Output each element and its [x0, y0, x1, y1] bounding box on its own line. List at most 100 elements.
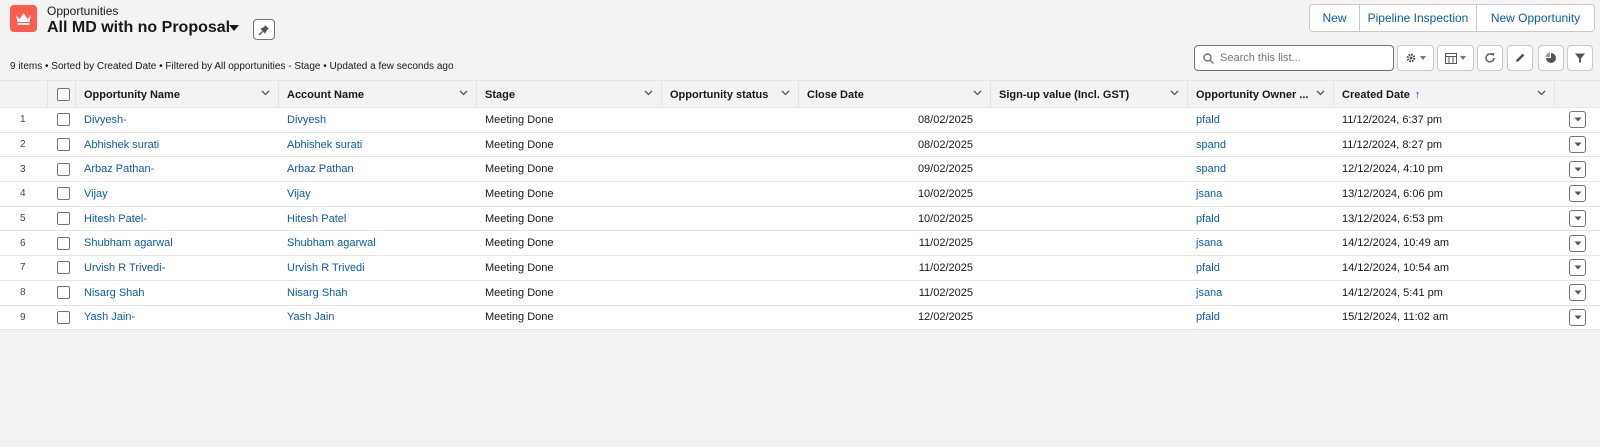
opportunity-name-link[interactable]: Arbaz Pathan-: [76, 157, 279, 181]
table-header: Opportunity Name Account Name Stage Oppo…: [0, 81, 1600, 108]
row-action-button[interactable]: [1569, 185, 1586, 203]
opportunity-name-link[interactable]: Divyesh-: [76, 108, 279, 132]
account-name-link[interactable]: Divyesh: [279, 108, 477, 132]
owner-link[interactable]: jsana: [1188, 281, 1334, 305]
list-settings-button[interactable]: [1397, 45, 1434, 71]
row-checkbox[interactable]: [57, 187, 70, 201]
edit-list-button[interactable]: [1507, 45, 1533, 71]
owner-link[interactable]: pfald: [1188, 108, 1334, 132]
created-date-cell: 12/12/2024, 4:10 pm: [1342, 163, 1443, 176]
opportunity-name-link[interactable]: Nisarg Shah: [76, 281, 279, 305]
column-header-account-name[interactable]: Account Name: [279, 81, 477, 108]
row-checkbox[interactable]: [57, 138, 70, 152]
chevron-down-icon: [1574, 290, 1581, 295]
charts-button[interactable]: [1538, 45, 1564, 71]
column-header-opportunity-name[interactable]: Opportunity Name: [76, 81, 279, 108]
chevron-down-icon[interactable]: [261, 90, 270, 96]
signup-value-cell: [991, 157, 1188, 181]
chevron-down-icon[interactable]: [1170, 90, 1179, 96]
chevron-down-icon[interactable]: [1316, 90, 1325, 96]
row-checkbox[interactable]: [57, 310, 70, 324]
owner-link[interactable]: jsana: [1188, 231, 1334, 255]
list-view-switcher-icon[interactable]: [229, 25, 239, 31]
created-date-cell: 11/12/2024, 6:37 pm: [1342, 113, 1443, 126]
row-checkbox[interactable]: [57, 113, 70, 127]
chevron-down-icon: [1574, 142, 1581, 147]
new-button[interactable]: New: [1310, 5, 1360, 31]
opportunity-name-link[interactable]: Shubham agarwal: [76, 231, 279, 255]
row-action-button[interactable]: [1569, 160, 1586, 178]
chevron-down-icon: [1460, 56, 1466, 60]
display-as-button[interactable]: [1437, 45, 1474, 71]
chevron-down-icon[interactable]: [1537, 90, 1546, 96]
chevron-down-icon[interactable]: [459, 90, 468, 96]
owner-link[interactable]: pfald: [1188, 256, 1334, 280]
account-name-link[interactable]: Yash Jain: [279, 306, 477, 330]
account-name-link[interactable]: Hitesh Patel: [279, 207, 477, 231]
row-action-button[interactable]: [1569, 111, 1586, 129]
owner-link[interactable]: spand: [1188, 157, 1334, 181]
row-action-button[interactable]: [1569, 210, 1586, 228]
select-all-header: [48, 81, 76, 108]
account-name-link[interactable]: Abhishek surati: [279, 133, 477, 157]
chart-icon: [1545, 52, 1556, 63]
row-action-button[interactable]: [1569, 284, 1586, 302]
owner-link[interactable]: pfald: [1188, 306, 1334, 330]
column-header-opportunity-status[interactable]: Opportunity status: [662, 81, 799, 108]
chevron-down-icon[interactable]: [644, 90, 653, 96]
table-row: 8 Nisarg Shah Nisarg Shah Meeting Done 1…: [0, 280, 1600, 306]
chevron-down-icon[interactable]: [781, 90, 790, 96]
owner-link[interactable]: pfald: [1188, 207, 1334, 231]
opportunity-status-cell: [662, 207, 799, 231]
select-all-checkbox[interactable]: [57, 88, 70, 101]
column-header-opportunity-owner[interactable]: Opportunity Owner ...: [1188, 81, 1334, 108]
column-header-stage[interactable]: Stage: [477, 81, 662, 108]
row-checkbox[interactable]: [57, 236, 70, 250]
opportunity-status-cell: [662, 256, 799, 280]
row-action-button[interactable]: [1569, 259, 1586, 277]
pin-list-button[interactable]: [253, 19, 275, 40]
account-name-link[interactable]: Urvish R Trivedi: [279, 256, 477, 280]
signup-value-cell: [991, 108, 1188, 132]
search-box[interactable]: [1194, 45, 1394, 71]
account-name-link[interactable]: Nisarg Shah: [279, 281, 477, 305]
search-input[interactable]: [1220, 52, 1380, 64]
sort-ascending-icon: ↑: [1414, 88, 1421, 101]
column-header-signup-value[interactable]: Sign-up value (Incl. GST): [991, 81, 1188, 108]
row-number: 7: [20, 262, 26, 274]
account-name-link[interactable]: Shubham agarwal: [279, 231, 477, 255]
row-action-button[interactable]: [1569, 234, 1586, 252]
opportunity-name-link[interactable]: Vijay: [76, 182, 279, 206]
close-date-cell: 10/02/2025: [917, 212, 973, 225]
chevron-down-icon: [1574, 191, 1581, 196]
owner-link[interactable]: spand: [1188, 133, 1334, 157]
list-view-title[interactable]: All MD with no Proposal: [47, 19, 230, 37]
filter-button[interactable]: [1567, 45, 1593, 71]
refresh-button[interactable]: [1477, 45, 1503, 71]
pipeline-inspection-button[interactable]: Pipeline Inspection: [1360, 5, 1477, 31]
stage-cell: Meeting Done: [485, 113, 554, 126]
account-name-link[interactable]: Arbaz Pathan: [279, 157, 477, 181]
row-action-button[interactable]: [1569, 308, 1586, 326]
refresh-icon: [1485, 53, 1495, 63]
account-name-link[interactable]: Vijay: [279, 182, 477, 206]
opportunity-name-link[interactable]: Yash Jain-: [76, 306, 279, 330]
signup-value-cell: [991, 207, 1188, 231]
chevron-down-icon[interactable]: [973, 90, 982, 96]
opportunity-name-link[interactable]: Urvish R Trivedi-: [76, 256, 279, 280]
row-checkbox[interactable]: [57, 212, 70, 226]
row-actions-cell: [1555, 281, 1600, 305]
row-checkbox[interactable]: [57, 286, 70, 300]
opportunity-name-link[interactable]: Hitesh Patel-: [76, 207, 279, 231]
new-opportunity-button[interactable]: New Opportunity: [1477, 5, 1594, 31]
row-action-button[interactable]: [1569, 136, 1586, 154]
column-header-created-date[interactable]: Created Date ↑: [1334, 81, 1555, 108]
row-checkbox[interactable]: [57, 162, 70, 176]
row-checkbox[interactable]: [57, 261, 70, 275]
owner-link[interactable]: jsana: [1188, 182, 1334, 206]
stage-cell: Meeting Done: [485, 311, 554, 324]
stage-cell: Meeting Done: [485, 286, 554, 299]
row-number: 2: [20, 139, 26, 151]
opportunity-name-link[interactable]: Abhishek surati: [76, 133, 279, 157]
column-header-close-date[interactable]: Close Date: [799, 81, 991, 108]
